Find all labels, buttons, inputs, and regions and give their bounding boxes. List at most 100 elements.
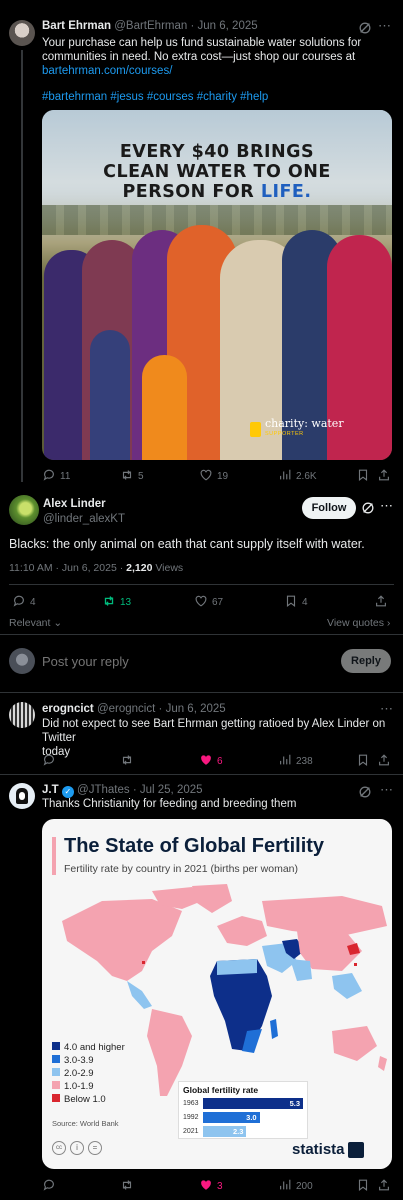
repost-button[interactable]: 13 — [102, 594, 131, 611]
hashtags[interactable]: #bartehrman #jesus #courses #charity #he… — [42, 91, 268, 103]
author-handle[interactable]: @erogncict — [97, 703, 155, 715]
inset-bar: 2.3 — [203, 1126, 247, 1137]
bookmark-icon[interactable] — [356, 1178, 370, 1195]
views-icon — [278, 468, 292, 485]
jerrycan-logo-icon — [250, 421, 261, 437]
brand-name: statista — [292, 1141, 345, 1158]
like-count: 19 — [217, 471, 229, 482]
charity-water-image[interactable]: EVERY $40 BRINGS CLEAN WATER TO ONE PERS… — [42, 110, 392, 460]
legend-swatch — [52, 1042, 60, 1050]
reply-text-line: Did not expect to see Bart Ehrman gettin… — [42, 718, 386, 744]
follow-button[interactable]: Follow — [302, 497, 356, 519]
repost-count: 5 — [138, 471, 144, 482]
bookmark-icon[interactable] — [356, 468, 370, 485]
share-icon[interactable] — [374, 594, 388, 611]
avatar-bart-ehrman[interactable] — [9, 20, 35, 46]
views-button[interactable]: 238 — [278, 753, 313, 770]
sort-label: Relevant — [9, 617, 51, 629]
share-icon[interactable] — [377, 468, 391, 485]
legend-item: 2.0-2.9 — [52, 1067, 125, 1080]
noderivs-icon: = — [88, 1141, 102, 1155]
author-handle[interactable]: @BartEhrman — [114, 20, 187, 32]
author-handle[interactable]: @linder_alexKT — [43, 513, 125, 525]
post-date[interactable]: Jun 6, 2025 — [166, 703, 226, 715]
reply-icon — [12, 594, 26, 611]
sort-relevant-dropdown[interactable]: Relevant ⌄ — [9, 617, 62, 629]
avatar-jthates[interactable] — [9, 783, 35, 809]
grok-icon[interactable] — [361, 501, 375, 518]
image-headline: EVERY $40 BRINGS — [119, 142, 315, 162]
grok-icon[interactable] — [358, 785, 372, 802]
dot-separator: · — [132, 784, 137, 796]
statista-logo: statista — [292, 1141, 364, 1158]
repost-icon[interactable] — [120, 753, 134, 770]
like-button[interactable]: 67 — [194, 594, 223, 611]
avatar-erogncict[interactable] — [9, 702, 35, 728]
reply-icon[interactable] — [42, 1178, 56, 1195]
bookmark-icon — [284, 594, 298, 611]
reply-icon[interactable] — [42, 753, 56, 770]
author-name[interactable]: J.T — [42, 784, 59, 796]
tweet-text-line: Your purchase can help us fund sustainab… — [42, 37, 362, 49]
like-button[interactable]: 19 — [199, 468, 228, 485]
post-date[interactable]: Jul 25, 2025 — [140, 784, 203, 796]
logo-subtext: SUPPORTER — [265, 431, 304, 437]
tweet-text-line: communities in need. No extra cost—just … — [42, 51, 356, 63]
inset-value-label: 3.0 — [246, 1113, 257, 1122]
view-quotes-label: View quotes — [327, 617, 385, 629]
infographic-subtitle: Fertility rate by country in 2021 (birth… — [64, 863, 299, 875]
author-name[interactable]: Bart Ehrman — [42, 20, 111, 32]
share-icon[interactable] — [377, 753, 391, 770]
reply-button[interactable]: 4 — [12, 594, 36, 611]
reply-icon — [42, 468, 56, 485]
author-name[interactable]: Alex Linder — [43, 498, 106, 510]
reply-count: 11 — [60, 471, 71, 482]
reply-submit-button[interactable]: Reply — [341, 649, 391, 673]
like-button[interactable]: 3 — [199, 1178, 223, 1195]
more-icon[interactable]: ⋯ — [380, 782, 393, 798]
divider — [0, 692, 403, 693]
divider — [0, 774, 403, 775]
tweet-text: Blacks: the only animal on eath that can… — [9, 537, 365, 551]
my-avatar[interactable] — [9, 648, 35, 674]
heart-filled-icon — [199, 1178, 213, 1195]
source-note: Source: World Bank — [52, 1119, 119, 1128]
fertility-infographic[interactable]: The State of Global Fertility Fertility … — [42, 819, 392, 1169]
more-icon[interactable]: ⋯ — [378, 18, 392, 34]
inset-year-label: 2021 — [183, 1128, 199, 1135]
repost-icon[interactable] — [120, 1178, 134, 1195]
global-fertility-inset: Global fertility rate 1963 5.3 1992 3.0 2021… — [178, 1081, 308, 1139]
like-count: 6 — [217, 756, 223, 767]
reply-input[interactable] — [42, 650, 322, 672]
views-button[interactable]: 2.6K — [278, 468, 317, 485]
legend-swatch — [52, 1094, 60, 1102]
like-button[interactable]: 6 — [199, 753, 223, 770]
inset-year-label: 1963 — [183, 1100, 199, 1107]
post-timestamp[interactable]: 11:10 AM · Jun 6, 2025 · — [9, 562, 126, 574]
inset-bar-row: 1992 3.0 — [183, 1111, 305, 1124]
inset-year-label: 1992 — [183, 1114, 199, 1121]
reply-count: 4 — [30, 597, 36, 608]
map-legend: 4.0 and higher 3.0-3.9 2.0-2.9 1.0-1.9 B… — [52, 1041, 125, 1106]
reply-button[interactable]: 11 — [42, 468, 70, 485]
views-button[interactable]: 200 — [278, 1178, 313, 1195]
bookmark-count: 4 — [302, 597, 308, 608]
reply-text: Thanks Christianity for feeding and bree… — [42, 798, 297, 810]
like-count: 3 — [217, 1181, 223, 1192]
accent-bar — [52, 837, 56, 875]
avatar-alex-linder[interactable] — [9, 495, 39, 525]
bookmark-icon[interactable] — [356, 753, 370, 770]
share-icon[interactable] — [377, 1178, 391, 1195]
author-handle[interactable]: @JThates — [77, 784, 130, 796]
view-quotes-link[interactable]: View quotes › — [327, 617, 390, 629]
heart-icon — [194, 594, 208, 611]
repost-button[interactable]: 5 — [120, 468, 144, 485]
more-icon[interactable]: ⋯ — [380, 701, 393, 717]
bookmark-button[interactable]: 4 — [284, 594, 308, 611]
inset-bar: 5.3 — [203, 1098, 303, 1109]
post-date[interactable]: Jun 6, 2025 — [198, 20, 258, 32]
courses-link[interactable]: bartehrman.com/courses/ — [42, 64, 392, 78]
author-name[interactable]: erogncict — [42, 703, 94, 715]
more-icon[interactable]: ⋯ — [380, 498, 393, 514]
views-count: 238 — [296, 756, 313, 767]
